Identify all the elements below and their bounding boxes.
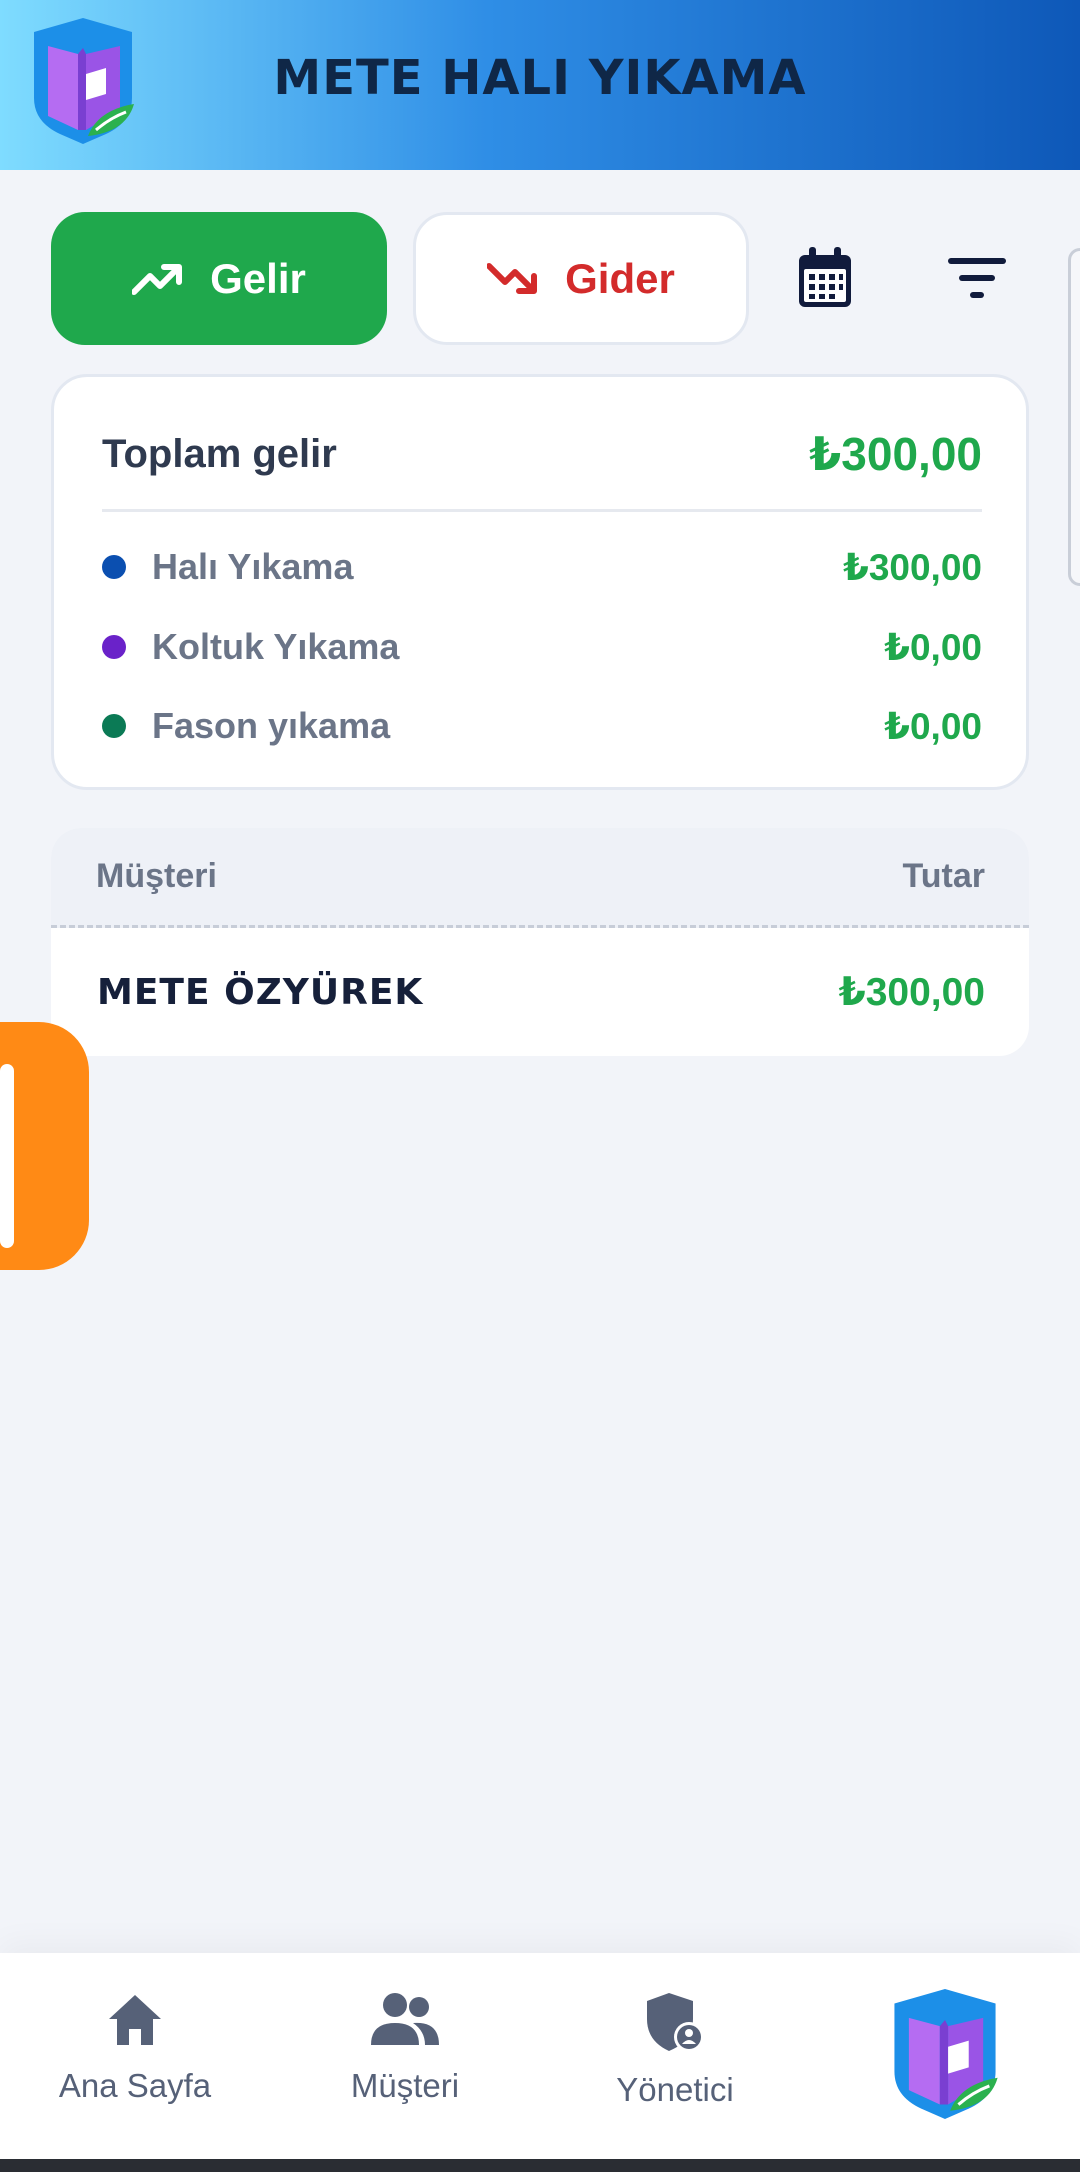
total-row: Toplam gelir ₺300,00: [102, 427, 982, 512]
category-color-dot: [102, 714, 126, 738]
calendar-icon: [799, 247, 851, 307]
column-amount: Tutar: [902, 857, 985, 895]
app-title: METE HALI YIKAMA: [273, 50, 807, 106]
income-tab-button[interactable]: Gelir: [51, 212, 387, 345]
category-row: Koltuk Yıkama ₺0,00: [102, 617, 982, 677]
category-value: ₺300,00: [843, 546, 982, 588]
floating-side-tab[interactable]: [0, 1022, 89, 1270]
drag-handle[interactable]: [0, 1064, 14, 1248]
expense-tab-button[interactable]: Gider: [413, 212, 749, 345]
category-label: Fason yıkama: [152, 705, 391, 746]
income-tab-label: Gelir: [210, 254, 306, 302]
customer-name: METE ÖZYÜREK: [97, 971, 424, 1013]
total-label: Toplam gelir: [102, 431, 337, 476]
column-customer: Müşteri: [96, 857, 217, 895]
customer-amount: ₺300,00: [838, 970, 985, 1014]
calendar-button[interactable]: [785, 238, 865, 318]
nav-label: Ana Sayfa: [58, 2067, 212, 2104]
nav-item-home[interactable]: Ana Sayfa: [35, 1991, 235, 2105]
nav-label: Müşteri: [350, 2067, 460, 2104]
filter-button[interactable]: [937, 238, 1017, 318]
transactions-table: Müşteri Tutar METE ÖZYÜREK ₺300,00: [51, 828, 1029, 1056]
category-row: Halı Yıkama ₺300,00: [102, 537, 982, 597]
category-row: Fason yıkama ₺0,00: [102, 696, 982, 756]
expense-tab-label: Gider: [565, 254, 675, 302]
app-header: METE HALI YIKAMA: [0, 0, 1080, 170]
table-row[interactable]: METE ÖZYÜREK ₺300,00: [51, 928, 1029, 1056]
category-label: Koltuk Yıkama: [152, 626, 400, 667]
system-navigation-bar: [0, 2159, 1080, 2172]
filter-icon: [948, 258, 1006, 298]
trending-up-icon: [132, 263, 183, 295]
side-drawer-handle[interactable]: [1068, 248, 1080, 586]
category-value: ₺0,00: [884, 626, 982, 668]
nav-label: Yönetici: [616, 2071, 734, 2108]
home-icon: [109, 1995, 161, 2045]
table-header: Müşteri Tutar: [51, 828, 1029, 928]
brand-logo-icon[interactable]: [884, 1989, 1006, 2119]
bottom-navigation: Ana Sayfa Müşteri Yönetici: [0, 1953, 1080, 2159]
nav-item-customers[interactable]: Müşteri: [305, 1991, 505, 2105]
trending-down-icon: [487, 262, 538, 294]
users-icon: [371, 1993, 439, 2045]
income-summary-card: Toplam gelir ₺300,00 Halı Yıkama ₺300,00…: [51, 374, 1029, 790]
category-color-dot: [102, 635, 126, 659]
category-label: Halı Yıkama: [152, 546, 354, 587]
admin-shield-icon: [647, 1993, 704, 2052]
total-value: ₺300,00: [809, 428, 982, 480]
category-value: ₺0,00: [884, 705, 982, 747]
nav-item-admin[interactable]: Yönetici: [575, 1991, 775, 2109]
category-color-dot: [102, 555, 126, 579]
